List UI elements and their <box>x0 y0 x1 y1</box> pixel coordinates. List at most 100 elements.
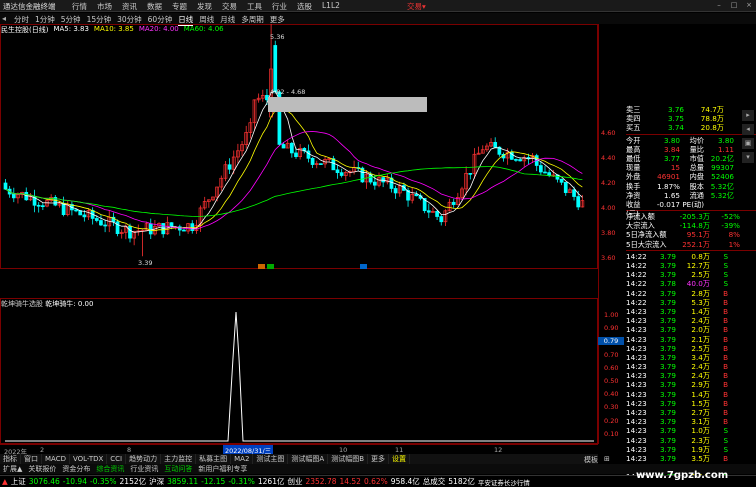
tick-side: B <box>723 306 728 316</box>
indicator-tab[interactable]: VOL-TDX <box>70 454 108 464</box>
menu-item[interactable]: 选股 <box>297 1 322 12</box>
tick-price: 3.78 <box>659 279 676 289</box>
indicator-tab[interactable]: MACD <box>42 454 70 464</box>
info-tab[interactable]: 新用户福利专享 <box>195 464 250 474</box>
tick-volume: 2.0万 <box>691 325 710 335</box>
index-label[interactable]: 上证 <box>11 476 26 487</box>
tick-price: 3.79 <box>659 352 676 362</box>
level-volume: 74.7万 <box>700 105 724 114</box>
grid-icon[interactable]: ▣ <box>742 138 754 149</box>
date-tick: 11 <box>395 446 404 454</box>
indicator-tab[interactable]: 测试主图 <box>253 454 289 464</box>
candle-body <box>451 201 456 205</box>
menu-item[interactable]: 专题 <box>172 1 197 12</box>
info-tab[interactable]: 扩展▲ <box>0 464 25 474</box>
tick-time: 14:23 <box>626 444 647 454</box>
tick-volume: 2.4万 <box>691 362 710 372</box>
maximize-icon[interactable]: □ <box>727 1 741 10</box>
candle-body <box>547 172 552 176</box>
stat-label: 外盘 <box>626 172 641 182</box>
tick-volume: 2.4万 <box>691 371 710 381</box>
settings-icon[interactable]: ◂ <box>742 124 754 135</box>
menu-item[interactable]: L1L2 <box>322 1 347 12</box>
tick-volume: 2.4万 <box>691 316 710 326</box>
event-marker[interactable] <box>258 264 265 269</box>
menu-item[interactable]: 数据 <box>147 1 172 12</box>
sub-axis-tick: 0.30 <box>604 403 619 412</box>
candle-body <box>74 209 78 212</box>
stat-label: 市值 <box>689 153 704 163</box>
indicator-tab[interactable]: 测试幅图B <box>328 454 369 464</box>
menu-item[interactable]: 工具 <box>247 1 272 12</box>
tick-time: 14:23 <box>626 417 647 427</box>
close-icon[interactable]: × <box>742 1 756 10</box>
level-volume: 78.8万 <box>700 114 724 124</box>
menu-item[interactable]: 行业 <box>272 1 297 12</box>
date-axis: 2022年 2 8 2022/08/31/三 10 11 12 <box>0 444 598 456</box>
trade-menu[interactable]: 交易▾ <box>407 1 426 12</box>
event-marker[interactable] <box>267 264 274 269</box>
flow-pct: 1% <box>728 239 740 249</box>
menu-item[interactable]: 发现 <box>197 1 222 12</box>
candle-body <box>148 223 153 235</box>
stat-value: 3.80 <box>717 135 734 145</box>
quote-stat: 外盘 46901 内盘 52406 <box>626 172 756 181</box>
tick-side: S <box>723 435 728 445</box>
event-marker[interactable] <box>360 264 367 269</box>
tick-price: 3.79 <box>659 417 676 427</box>
level-label: 卖三 <box>626 105 641 114</box>
back-icon[interactable]: ◂ <box>2 14 6 23</box>
index-label[interactable]: 沪深 <box>149 476 164 487</box>
indicator-tab[interactable]: 主力监控 <box>161 454 197 464</box>
minimize-icon[interactable]: – <box>712 1 726 10</box>
indicator-tab[interactable]: 设置 <box>389 454 411 464</box>
info-tab[interactable]: 综合资讯 <box>93 464 127 474</box>
indicator-tab[interactable]: MA2 <box>231 454 254 464</box>
high-price-label: 5.36 <box>270 33 284 41</box>
tick-price: 3.79 <box>659 325 676 335</box>
quote-stat: 收益(三) -0.017 PE(动) <box>626 200 756 218</box>
info-tab[interactable]: 关联报价 <box>25 464 59 474</box>
sub-indicator-svg <box>5 311 594 442</box>
info-tab[interactable]: 资金分布 <box>59 464 93 474</box>
chevron-down-icon[interactable]: ▾ <box>742 152 754 163</box>
main-menu: 行情 市场 资讯 数据 专题 发现 交易 工具 行业 选股 L1L2 <box>72 1 347 12</box>
tick-volume: 5.3万 <box>691 297 710 307</box>
tick-side: B <box>723 380 728 390</box>
menu-item[interactable]: 市场 <box>97 1 122 12</box>
tick-price: 3.79 <box>659 343 676 353</box>
indicator-tab[interactable]: 趋势动力 <box>126 454 162 464</box>
tick-row: 14:23 3.79 2.4万 B <box>626 371 756 380</box>
quote-stat: 现量 15 总量 99307 <box>626 163 756 172</box>
stat-value: 15 <box>670 163 680 173</box>
tick-price: 3.79 <box>659 426 676 436</box>
layout-icon[interactable]: ⊞ <box>604 455 610 463</box>
tick-price: 3.79 <box>659 334 676 344</box>
info-tab[interactable]: 互动问答 <box>161 464 195 474</box>
quote-stat: 最高 3.84 量比 1.11 <box>626 145 756 154</box>
tick-volume: 2.5万 <box>691 343 710 353</box>
divider <box>626 133 756 135</box>
flow-row: 净流入额 -205.3万 -52% <box>626 212 756 221</box>
tick-side: B <box>723 334 728 344</box>
candle-body <box>3 182 8 190</box>
menu-item[interactable]: 行情 <box>72 1 97 12</box>
info-tab[interactable]: 行业资讯 <box>127 464 161 474</box>
tick-row: 14:23 3.79 2.0万 B <box>626 325 756 334</box>
candle-body <box>94 218 99 221</box>
indicator-tab[interactable]: CCI <box>107 454 127 464</box>
index-label[interactable]: 创业 <box>287 476 302 487</box>
indicator-tab[interactable]: 测试幅图A <box>288 454 329 464</box>
tick-time: 14:23 <box>626 371 647 381</box>
indicator-tab[interactable]: 更多 <box>368 454 390 464</box>
price-axis-labels: 4.60 4.40 4.20 4.00 3.80 3.60 <box>601 121 615 271</box>
indicator-tab[interactable]: 指标 <box>0 454 21 464</box>
indicator-tab[interactable]: 私募主图 <box>196 454 232 464</box>
tick-volume: 2.1万 <box>691 334 710 344</box>
indicator-tab[interactable]: 窗口 <box>21 454 42 464</box>
collapse-icon[interactable]: ▸ <box>742 110 754 121</box>
menu-item[interactable]: 资讯 <box>122 1 147 12</box>
menu-item[interactable]: 交易 <box>222 1 247 12</box>
candle-body <box>393 188 398 194</box>
index-change: 14.52 <box>339 477 361 486</box>
